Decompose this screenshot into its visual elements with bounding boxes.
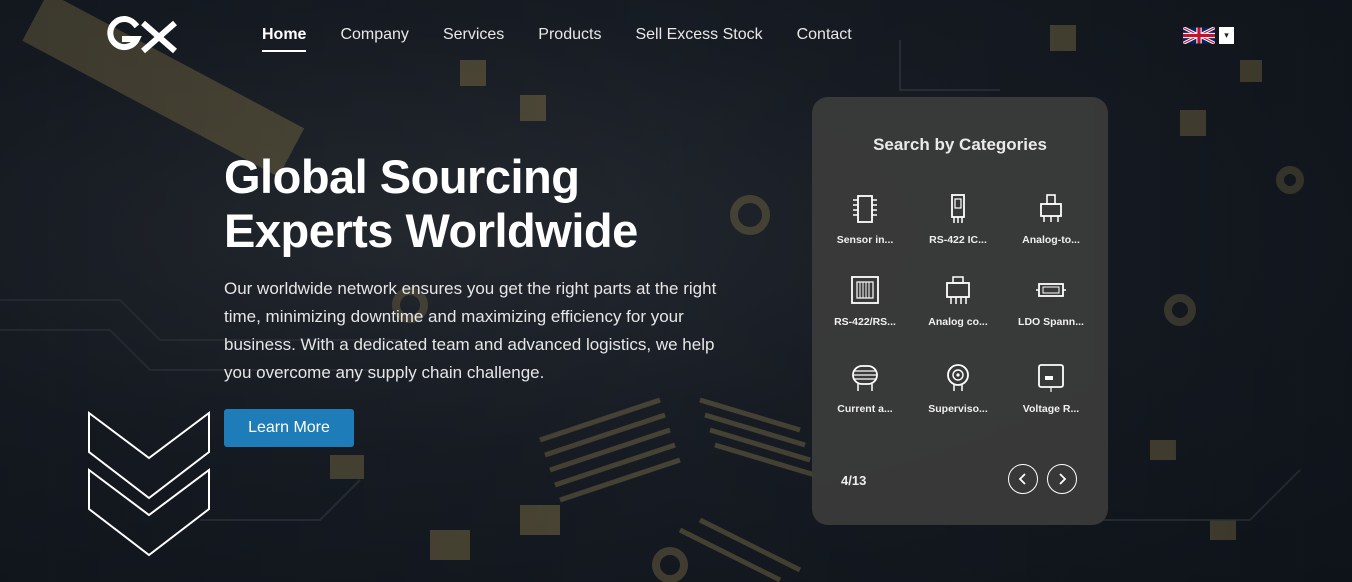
category-item[interactable]: RS-422/RS... [823,274,907,328]
gx-logo-icon [107,16,177,54]
category-item[interactable]: LDO Spann... [1009,274,1093,328]
nav-sell-excess-stock[interactable]: Sell Excess Stock [635,26,762,52]
chevron-left-icon [1018,473,1026,485]
prev-page-button[interactable] [1008,464,1038,494]
category-item[interactable]: Current a... [823,361,907,415]
main-nav: Home Company Services Products Sell Exce… [262,26,886,52]
nav-products[interactable]: Products [538,26,601,52]
category-item[interactable]: RS-422 IC... [916,192,1000,246]
category-label: RS-422/RS... [834,316,896,328]
transceiver-icon [851,276,879,304]
categories-title: Search by Categories [873,135,1047,154]
category-label: Current a... [837,403,893,415]
scroll-down-chevrons-icon[interactable] [86,410,212,565]
nav-services[interactable]: Services [443,26,504,52]
category-label: Sensor in... [836,234,894,246]
category-item[interactable]: Analog co... [916,274,1000,328]
learn-more-button[interactable]: Learn More [224,409,354,447]
hero-title-line2: Experts Worldwide [224,204,638,257]
hero-description: Our worldwide network ensures you get th… [224,279,717,382]
category-label: Analog-to... [1022,234,1080,246]
chevron-down-icon[interactable]: ▾ [1219,27,1234,44]
next-page-button[interactable] [1047,464,1077,494]
language-selector[interactable]: ▾ [1183,27,1234,44]
connector-icon [1040,194,1062,222]
category-item[interactable]: Superviso... [916,361,1000,415]
category-label: Analog co... [928,316,988,328]
uk-flag-icon [1183,27,1215,44]
category-label: Voltage R... [1022,403,1080,415]
nav-contact[interactable]: Contact [797,26,852,52]
categories-panel: Search by Categories Sensor in... RS-422… [812,97,1108,525]
category-label: Superviso... [928,403,988,415]
category-label: RS-422 IC... [929,234,987,246]
supervisor-icon [947,364,969,391]
comparator-icon [946,276,970,304]
hero-title: Global Sourcing Experts Worldwide [224,150,784,258]
coil-icon [852,365,878,391]
category-item[interactable]: Voltage R... [1009,361,1093,415]
category-item[interactable]: Analog-to... [1009,192,1093,246]
chip-icon [853,195,877,223]
page-indicator: 4/13 [841,473,867,488]
ic-package-icon [951,194,965,223]
voltage-regulator-icon [1038,364,1064,392]
category-item[interactable]: Sensor in... [823,192,907,246]
nav-company[interactable]: Company [340,26,408,52]
gx-logo[interactable] [105,15,179,55]
chevron-right-icon [1059,473,1067,485]
category-label: LDO Spann... [1018,316,1084,328]
regulator-icon [1036,283,1066,297]
nav-home[interactable]: Home [262,26,307,52]
hero-title-line1: Global Sourcing [224,150,580,203]
